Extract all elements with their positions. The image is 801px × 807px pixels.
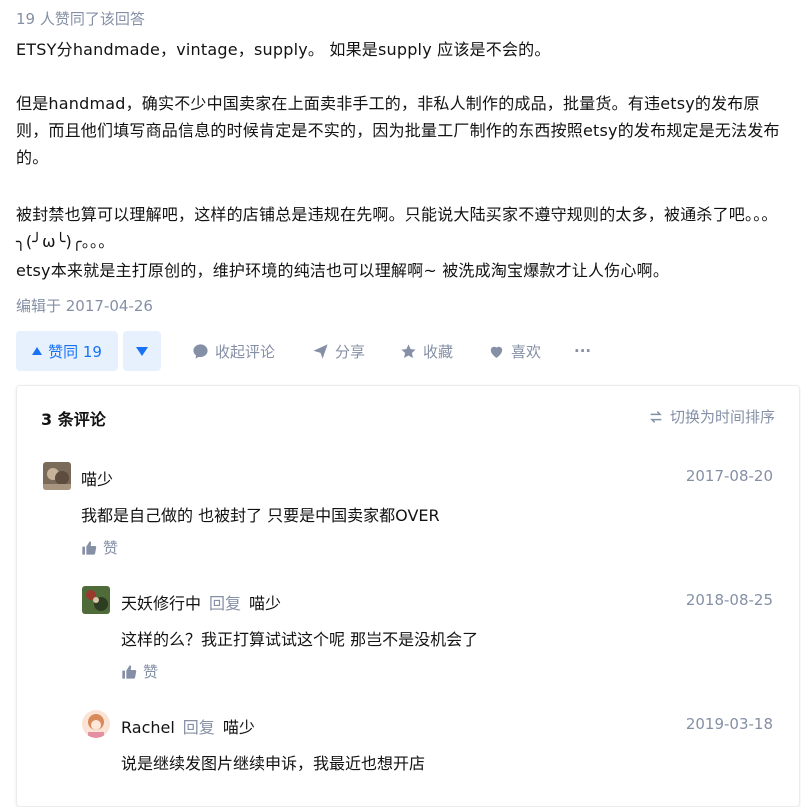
- upvote-label: 赞同 19: [48, 342, 102, 361]
- comment-text: 这样的么？我正打算试试这个呢 那岂不是没机会了: [121, 630, 479, 649]
- heart-icon: [490, 346, 503, 358]
- comment-like-label: 赞: [143, 663, 159, 681]
- comment-author[interactable]: 喵少: [81, 466, 113, 490]
- comment-author[interactable]: 天妖修行中: [121, 594, 201, 613]
- comment-date: 2017-08-20: [685, 467, 773, 485]
- share-button[interactable]: 分享: [312, 331, 365, 371]
- more-button[interactable]: ···: [574, 331, 591, 371]
- thumb-up-icon: [122, 664, 137, 679]
- comment-date: 2018-08-25: [685, 591, 773, 609]
- edited-date[interactable]: 编辑于 2017-04-26: [16, 295, 153, 316]
- reply-word: 回复: [182, 718, 215, 737]
- star-icon: [401, 343, 416, 358]
- reply-word: 回复: [209, 594, 242, 613]
- upvote-button[interactable]: 赞同 19: [16, 331, 118, 371]
- share-paper-plane-icon: [313, 343, 328, 359]
- downvote-button[interactable]: [123, 331, 161, 371]
- sort-toggle-button[interactable]: 切换为时间排序: [648, 406, 775, 427]
- answer-paragraph-3: 被封禁也算可以理解吧，这样的店铺总是违规在先啊。只能说大陆买家不遵守规则的太多，…: [16, 205, 778, 251]
- reply-header: Rachel 回复 喵少: [121, 714, 255, 738]
- upvote-triangle-icon: [32, 347, 43, 355]
- answer-paragraph-1: ETSY分handmade，vintage，supply。 如果是supply …: [16, 40, 551, 59]
- share-label: 分享: [335, 342, 366, 361]
- collapse-comments-button[interactable]: 收起评论: [192, 331, 275, 371]
- avatar[interactable]: [82, 586, 110, 614]
- sort-arrows-icon: [650, 410, 662, 423]
- avatar[interactable]: [82, 710, 110, 738]
- voters-count[interactable]: 19 人赞同了该回答: [16, 8, 145, 29]
- comment-bubble-icon: [193, 343, 208, 359]
- comment-date: 2019-03-18: [685, 715, 773, 733]
- answer-card: 19 人赞同了该回答 ETSY分handmade，vintage，supply。…: [0, 0, 801, 807]
- like-label: 喜欢: [511, 342, 542, 361]
- thumb-up-icon: [82, 540, 97, 555]
- comment-text: 我都是自己做的 也被封了 只要是中国卖家都OVER: [81, 506, 440, 525]
- answer-paragraph-4: etsy本来就是主打原创的，维护环境的纯洁也可以理解啊~ 被洗成淘宝爆款才让人伤…: [16, 261, 670, 280]
- comment-text: 说是继续发图片继续申诉，我最近也想开店: [121, 754, 426, 773]
- more-dots-icon: ···: [574, 342, 592, 360]
- comment-like-button[interactable]: 赞: [121, 661, 158, 682]
- collect-button[interactable]: 收藏: [400, 331, 453, 371]
- action-bar: 赞同 19 收起评论 分享 收藏 喜欢 ···: [16, 331, 796, 371]
- collect-label: 收藏: [423, 342, 454, 361]
- avatar[interactable]: [43, 462, 71, 490]
- comment-author[interactable]: Rachel: [121, 718, 175, 737]
- reply-to-author[interactable]: 喵少: [249, 594, 281, 613]
- collapse-comments-label: 收起评论: [215, 342, 276, 361]
- comment-like-button[interactable]: 赞: [81, 537, 118, 558]
- downvote-triangle-icon: [136, 346, 148, 356]
- reply-to-author[interactable]: 喵少: [223, 718, 255, 737]
- comments-panel: 3 条评论 切换为时间排序 喵少 2017-08-20 我都是自己做的 也被封了…: [16, 385, 800, 807]
- comments-count-title: 3 条评论: [41, 410, 106, 429]
- like-button[interactable]: 喜欢: [488, 331, 541, 371]
- sort-label: 切换为时间排序: [669, 408, 775, 426]
- reply-header: 天妖修行中 回复 喵少: [121, 590, 281, 614]
- answer-paragraph-2: 但是handmad，确实不少中国卖家在上面卖非手工的，非私人制作的成品，批量货。…: [16, 94, 780, 167]
- comment-like-label: 赞: [103, 539, 119, 557]
